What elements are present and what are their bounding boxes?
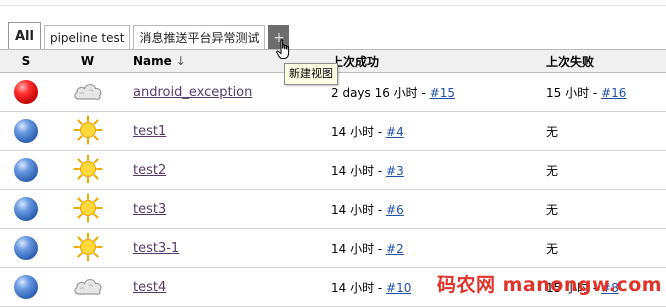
last-success-cell: 14 小时 - #4 [331, 111, 546, 151]
last-failure-cell: 15 小时 - #16 [546, 72, 666, 112]
cloudy-weather-icon[interactable] [72, 274, 104, 301]
last-success-build-link[interactable]: #10 [386, 281, 411, 295]
table-row: test1 14 小时 - #4 无 [0, 111, 666, 151]
table-row: test2 14 小时 - #3 无 [0, 150, 666, 190]
table-row: test3 14 小时 - #6 无 [0, 189, 666, 229]
last-success-build-link[interactable]: #6 [386, 203, 404, 217]
job-name-link[interactable]: test2 [133, 163, 166, 178]
sunny-weather-icon[interactable] [73, 232, 103, 265]
sunny-weather-icon[interactable] [73, 193, 103, 226]
last-success-cell: 14 小时 - #6 [331, 189, 546, 229]
last-failure-cell: 无 [546, 189, 666, 229]
last-success-build-link[interactable]: #3 [386, 164, 404, 178]
site-watermark: 码农网 manongw.com [437, 274, 663, 296]
last-success-time: 14 小时 - [331, 124, 387, 139]
weather-cell [52, 150, 123, 190]
top-divider [0, 5, 666, 6]
last-success-cell: 14 小时 - #3 [331, 150, 546, 190]
job-name-link[interactable]: test1 [133, 124, 166, 139]
job-name-cell: test3-1 [123, 228, 331, 268]
blue-status-ball-icon[interactable] [14, 275, 38, 299]
blue-status-ball-icon[interactable] [14, 197, 38, 221]
job-name-link[interactable]: test3-1 [133, 241, 179, 256]
jobs-table: S W Name ↓ 上次成功 上次失败 android_exception 2 d… [0, 49, 666, 307]
hand-cursor-icon [276, 39, 294, 64]
weather-cell [52, 111, 123, 151]
status-cell [0, 228, 52, 268]
last-success-time: 14 小时 - [331, 241, 387, 256]
weather-cell [52, 267, 123, 307]
last-failure-cell: 无 [546, 150, 666, 190]
column-header-name-label: Name [133, 54, 172, 68]
column-header-last-failure[interactable]: 上次失败 [546, 49, 666, 73]
last-success-time: 14 小时 - [331, 280, 387, 295]
job-name-cell: test4 [123, 267, 331, 307]
job-name-link[interactable]: test4 [133, 280, 166, 295]
job-name-cell: test3 [123, 189, 331, 229]
column-header-weather[interactable]: W [52, 49, 123, 73]
blue-status-ball-icon[interactable] [14, 158, 38, 182]
status-cell [0, 189, 52, 229]
last-failure-cell: 无 [546, 228, 666, 268]
last-success-time: 14 小时 - [331, 163, 387, 178]
status-cell [0, 267, 52, 307]
tab-message-push-exception-test[interactable]: 消息推送平台异常测试 [133, 25, 266, 49]
blue-status-ball-icon[interactable] [14, 236, 38, 260]
red-status-ball-icon[interactable] [14, 80, 38, 104]
job-name-link[interactable]: android_exception [133, 85, 252, 100]
add-view-tooltip: 新建视图 [284, 63, 338, 85]
last-failure-cell: 无 [546, 111, 666, 151]
last-success-build-link[interactable]: #2 [386, 242, 404, 256]
job-name-cell: test2 [123, 150, 331, 190]
last-failure-none: 无 [546, 241, 559, 256]
cloudy-weather-icon[interactable] [72, 79, 104, 106]
column-header-last-success[interactable]: 上次成功 [331, 49, 546, 73]
blue-status-ball-icon[interactable] [14, 119, 38, 143]
weather-cell [52, 228, 123, 268]
last-success-cell: 2 days 16 小时 - #15 [331, 72, 546, 112]
last-failure-none: 无 [546, 124, 559, 139]
last-success-build-link[interactable]: #4 [386, 125, 404, 139]
status-cell [0, 150, 52, 190]
weather-cell [52, 72, 123, 112]
weather-cell [52, 189, 123, 229]
view-tabs: All pipeline test 消息推送平台异常测试 + [8, 22, 290, 49]
sort-arrow-icon: ↓ [175, 54, 186, 68]
table-row: test3-1 14 小时 - #2 无 [0, 228, 666, 268]
last-failure-none: 无 [546, 202, 559, 217]
sunny-weather-icon[interactable] [73, 115, 103, 148]
last-failure-time: 15 小时 - [546, 85, 602, 100]
status-cell [0, 111, 52, 151]
tab-all[interactable]: All [8, 22, 41, 49]
sunny-weather-icon[interactable] [73, 154, 103, 187]
last-failure-build-link[interactable]: #16 [601, 86, 626, 100]
tab-pipeline-test[interactable]: pipeline test [43, 25, 131, 49]
last-success-cell: 14 小时 - #2 [331, 228, 546, 268]
last-success-time: 14 小时 - [331, 202, 387, 217]
job-name-cell: test1 [123, 111, 331, 151]
job-name-link[interactable]: test3 [133, 202, 166, 217]
last-failure-none: 无 [546, 163, 559, 178]
column-header-status[interactable]: S [0, 49, 52, 73]
status-cell [0, 72, 52, 112]
last-success-build-link[interactable]: #15 [430, 86, 455, 100]
last-success-time: 2 days 16 小时 - [331, 85, 430, 100]
